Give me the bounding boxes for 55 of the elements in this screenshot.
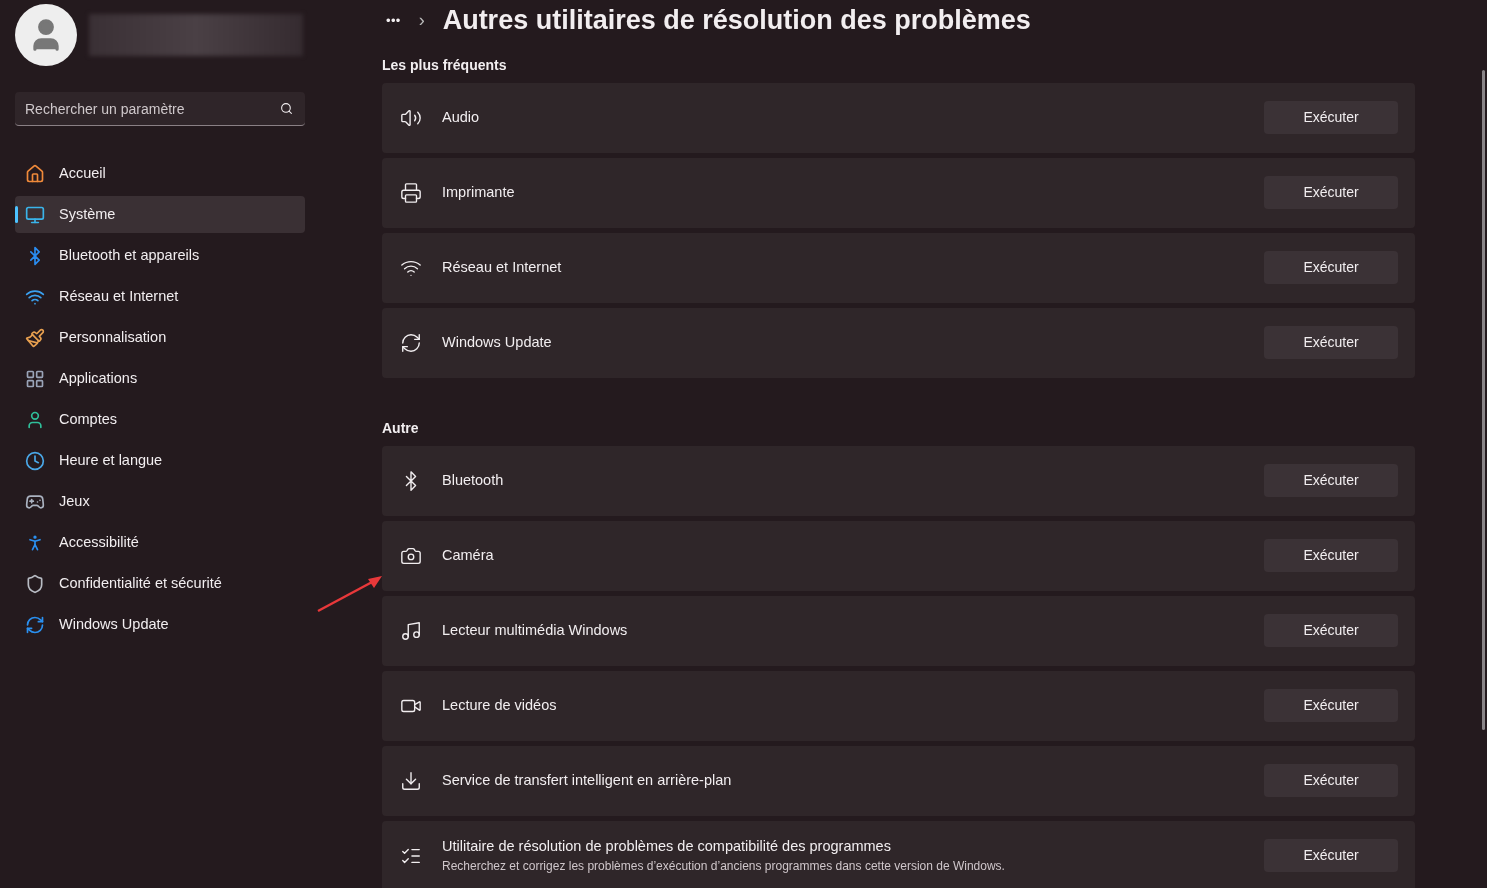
run-button[interactable]: Exécuter — [1264, 326, 1398, 359]
breadcrumb-separator: › — [418, 8, 425, 32]
run-button[interactable]: Exécuter — [1264, 539, 1398, 572]
row-label: Lecture de vidéos — [442, 695, 558, 715]
run-button[interactable]: Exécuter — [1264, 251, 1398, 284]
music-icon — [400, 619, 422, 642]
page-title: Autres utilitaires de résolution des problèmes — [442, 4, 1031, 37]
run-button[interactable]: Exécuter — [1264, 764, 1398, 797]
selection-indicator — [15, 206, 18, 223]
sidebar-item[interactable]: Système — [15, 196, 305, 233]
row-label: Windows Update — [442, 332, 553, 352]
section-title: Les plus fréquents — [382, 55, 508, 75]
row-label: Réseau et Internet — [442, 257, 563, 277]
row-label: Service de transfert intelligent en arrière-plan — [442, 770, 733, 790]
sidebar-item[interactable]: Jeux — [15, 483, 305, 520]
sidebar-item[interactable]: Personnalisation — [15, 319, 305, 356]
sidebar-item[interactable]: Heure et langue — [15, 442, 305, 479]
sidebar-item[interactable]: Comptes — [15, 401, 305, 438]
refresh-icon — [400, 331, 422, 354]
house-icon — [25, 163, 45, 184]
update-icon — [25, 614, 45, 635]
apps-icon — [25, 368, 45, 389]
run-button[interactable]: Exécuter — [1264, 614, 1398, 647]
more-button[interactable]: ••• — [386, 10, 401, 30]
sidebar-item[interactable]: Confidentialité et sécurité — [15, 565, 305, 602]
download-icon — [400, 769, 422, 792]
person-icon — [25, 409, 45, 430]
row-description: Recherchez et corrigez les problèmes d’exécution d’anciens programmes dans cette version de Windows. — [442, 858, 1006, 876]
clock-icon — [25, 450, 45, 471]
section-title: Autre — [382, 418, 420, 438]
scrollbar[interactable] — [1482, 70, 1485, 730]
sidebar-item[interactable]: Bluetooth et appareils — [15, 237, 305, 274]
run-button[interactable]: Exécuter — [1264, 101, 1398, 134]
annotation-arrow — [316, 573, 384, 613]
brush-icon — [25, 327, 45, 348]
run-button[interactable]: Exécuter — [1264, 839, 1398, 872]
row-label: Lecteur multimédia Windows — [442, 620, 629, 640]
row-label: Imprimante — [442, 182, 516, 202]
row-label: Utilitaire de résolution de problèmes de compatibilité des programmes — [442, 836, 892, 856]
row-label: Bluetooth — [442, 470, 505, 490]
row-label: Audio — [442, 107, 481, 127]
search-icon — [280, 102, 293, 115]
run-button[interactable]: Exécuter — [1264, 176, 1398, 209]
sidebar-item[interactable]: Accessibilité — [15, 524, 305, 561]
run-button[interactable]: Exécuter — [1264, 464, 1398, 497]
sidebar-item[interactable]: Accueil — [15, 155, 305, 192]
monitor-icon — [25, 204, 45, 225]
run-button[interactable]: Exécuter — [1264, 689, 1398, 722]
shield-icon — [25, 573, 45, 594]
search-field[interactable]: Rechercher un paramètre — [15, 92, 305, 126]
sidebar-item[interactable]: Réseau et Internet — [15, 278, 305, 315]
sidebar-item[interactable]: Windows Update — [15, 606, 305, 643]
printer-icon — [400, 181, 422, 204]
row-label: Caméra — [442, 545, 495, 565]
sidebar-item[interactable]: Applications — [15, 360, 305, 397]
